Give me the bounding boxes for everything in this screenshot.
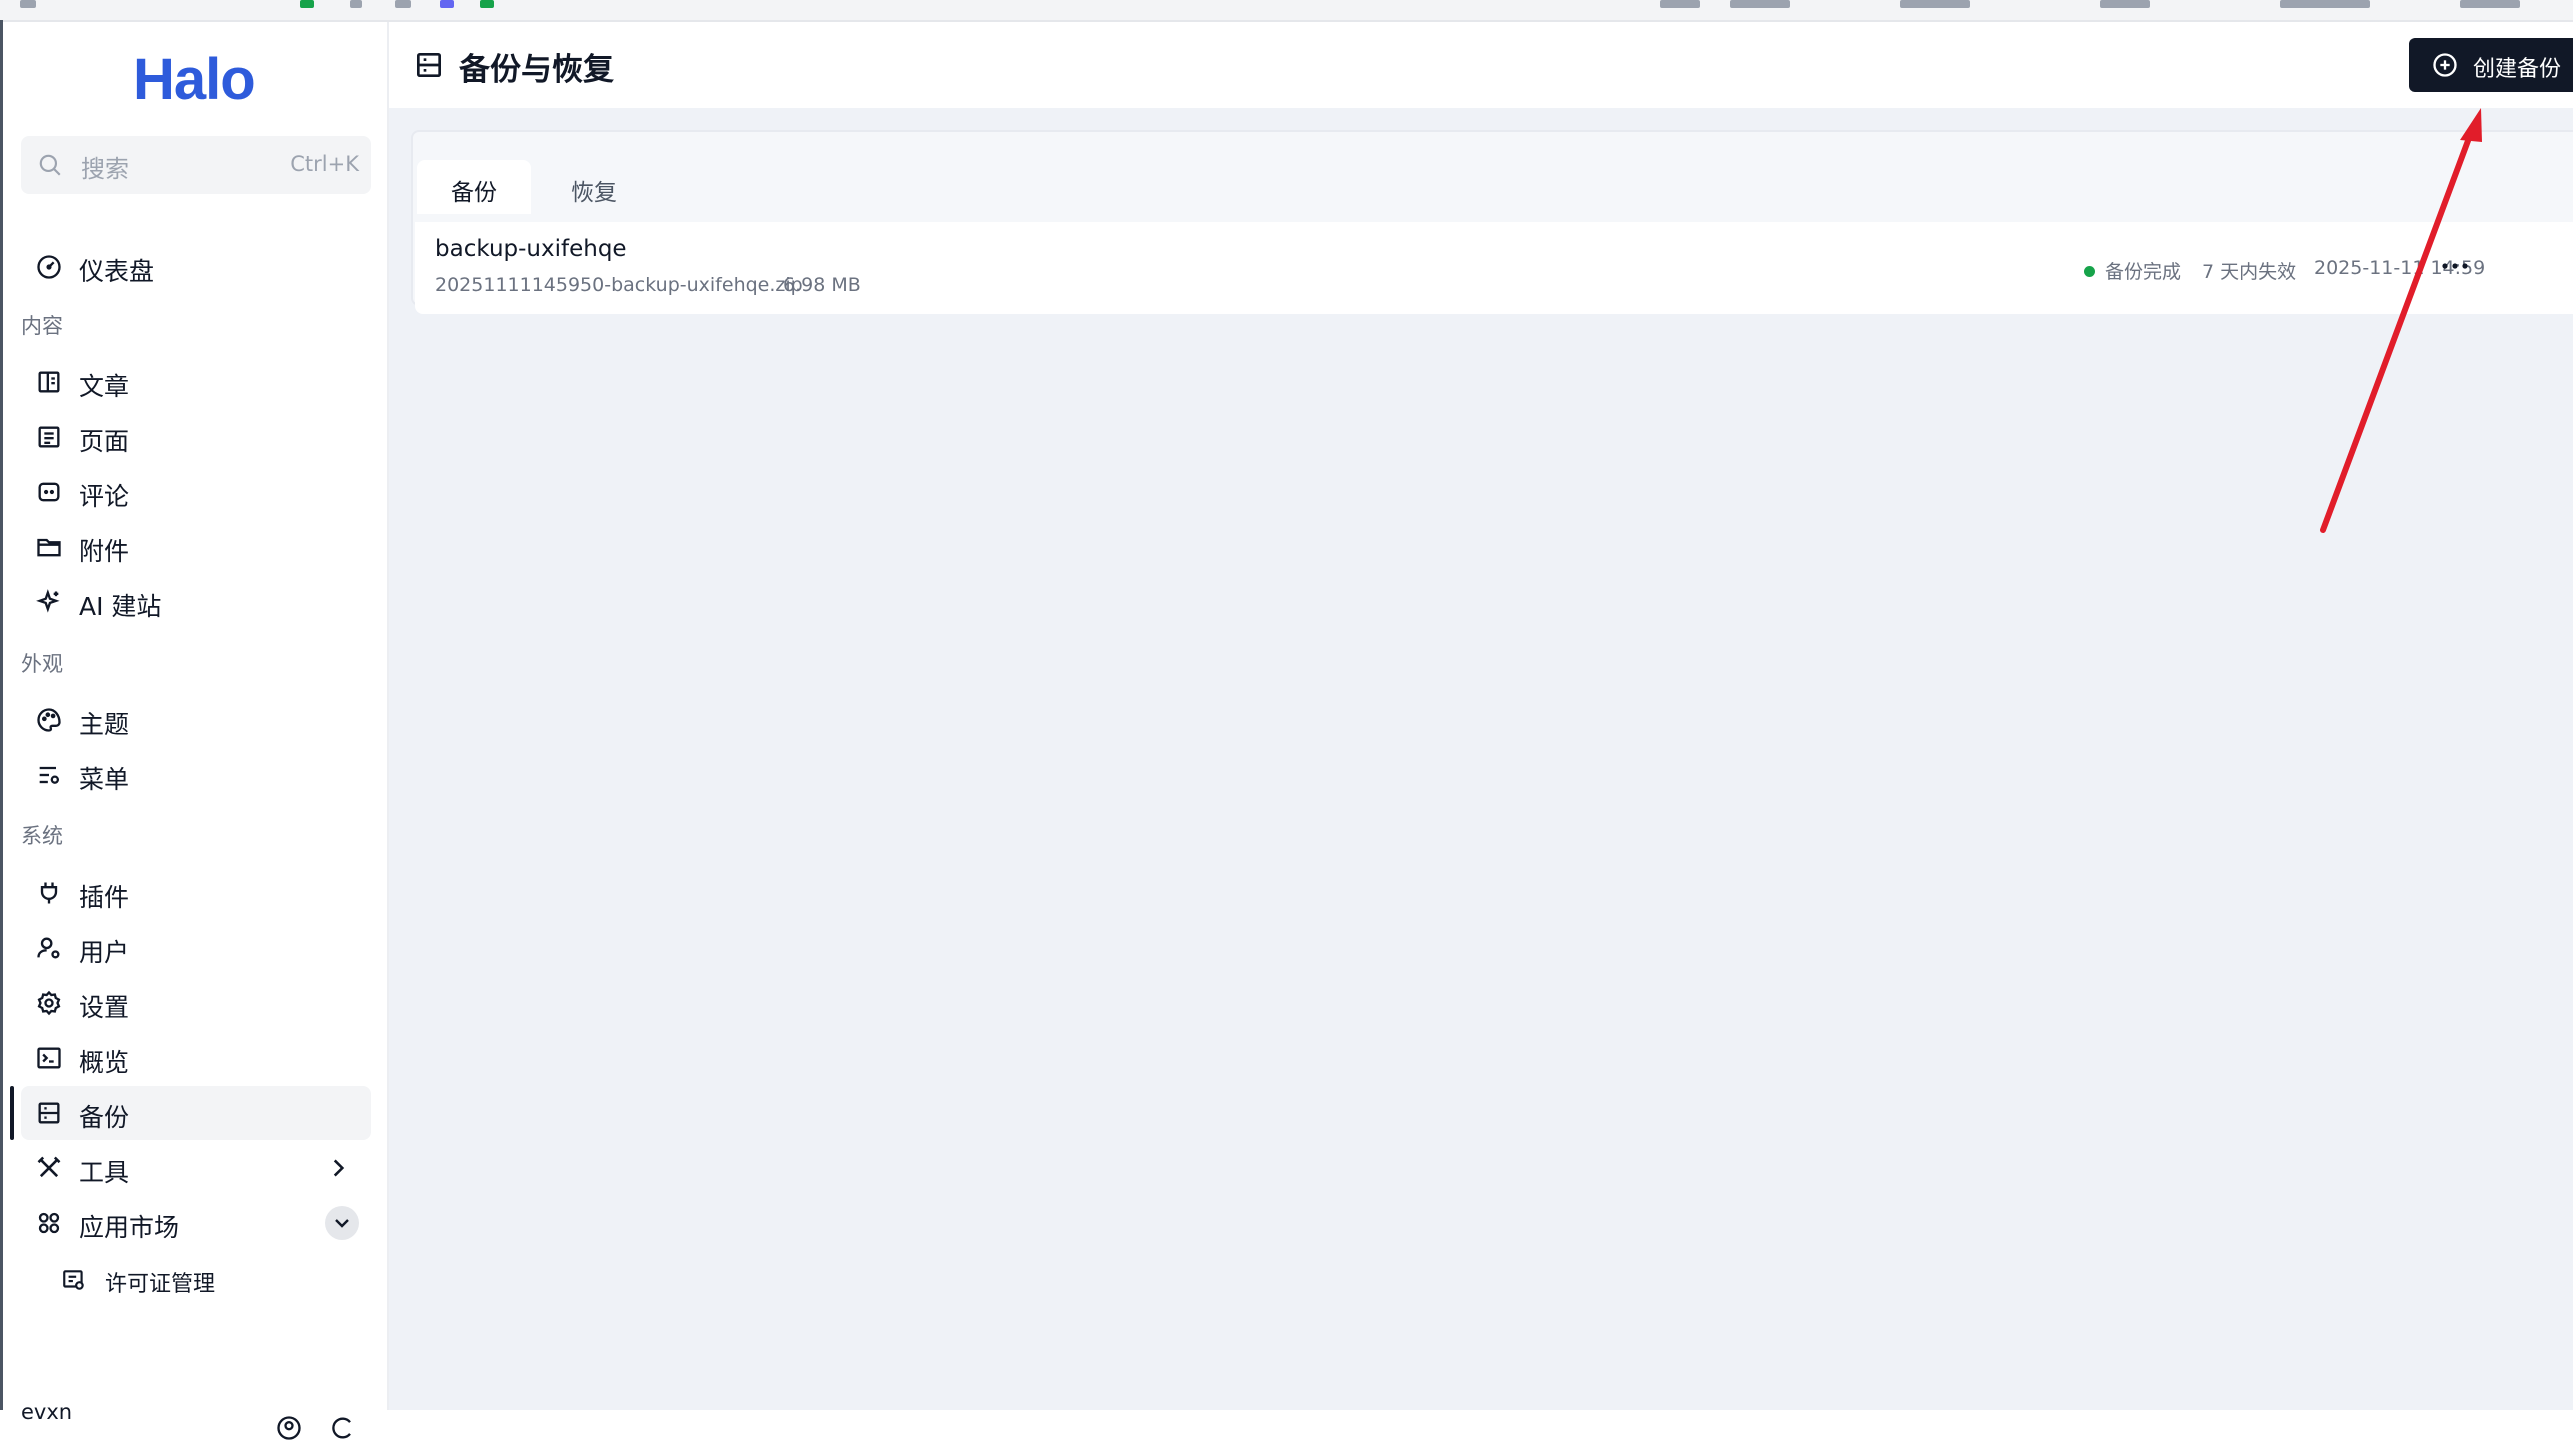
sidebar-item-settings[interactable]: 设置: [21, 976, 371, 1030]
sidebar-item-users[interactable]: 用户: [21, 921, 371, 975]
menu-settings-icon: [39, 766, 60, 784]
more-options-icon[interactable]: [2437, 252, 2473, 280]
sidebar-item-posts[interactable]: 文章: [21, 355, 371, 409]
sidebar-item-app-market[interactable]: 应用市场: [21, 1196, 371, 1250]
backup-icon: [38, 1102, 60, 1124]
sidebar-item-label: 菜单: [79, 765, 130, 794]
expand-toggle[interactable]: [325, 1206, 359, 1240]
sidebar-item-plugins[interactable]: 插件: [21, 866, 371, 920]
create-backup-label: 创建备份: [2473, 57, 2562, 82]
tab-backup[interactable]: 备份: [417, 160, 531, 214]
dashboard-icon: [37, 255, 61, 279]
browser-toolbar-fragment: [300, 0, 314, 8]
search-input[interactable]: 搜索 Ctrl+K: [21, 136, 371, 194]
sidebar-item-label: 概览: [79, 1048, 130, 1077]
sidebar-item-dashboard[interactable]: 仪表盘: [21, 240, 371, 294]
palette-icon: [37, 708, 61, 732]
sidebar-item-themes[interactable]: 主题: [21, 693, 371, 747]
browser-toolbar-fragment: [1900, 0, 1970, 8]
sidebar-item-label: 评论: [79, 482, 130, 511]
comments-icon: [38, 482, 60, 502]
browser-toolbar-fragment: [20, 0, 36, 8]
sidebar-item-label: 备份: [79, 1103, 130, 1132]
logout-icon[interactable]: [329, 1414, 357, 1442]
profile-icon[interactable]: [275, 1414, 303, 1442]
plus-circle-icon: [2433, 53, 2457, 77]
sidebar-item-label: 许可证管理: [105, 1272, 216, 1297]
browser-toolbar-fragment: [395, 0, 411, 8]
sidebar-item-label: 设置: [79, 993, 130, 1022]
browser-toolbar-fragment: [2460, 0, 2520, 8]
sidebar-item-label: 工具: [79, 1158, 130, 1187]
browser-toolbar-fragment: [2280, 0, 2370, 8]
backup-icon: [417, 53, 441, 77]
sparkles-icon: [36, 589, 60, 613]
search-placeholder: 搜索: [81, 155, 129, 183]
sidebar-item-tools[interactable]: 工具: [21, 1141, 371, 1195]
chevron-right-icon[interactable]: [325, 1155, 351, 1181]
search-shortcut: Ctrl+K: [290, 152, 359, 176]
sidebar-item-overview[interactable]: 概览: [21, 1031, 371, 1085]
license-icon: [63, 1270, 84, 1290]
browser-toolbar-fragment: [480, 0, 494, 8]
sidebar-item-backup[interactable]: 备份: [21, 1086, 371, 1140]
sidebar-item-label: AI 建站: [79, 592, 162, 621]
page-title: 备份与恢复: [459, 52, 614, 88]
active-indicator: [10, 1086, 14, 1140]
plug-icon: [40, 882, 58, 904]
search-icon: [39, 154, 61, 176]
browser-toolbar-strip: [0, 0, 2573, 22]
terminal-icon: [37, 1047, 61, 1069]
sidebar-item-label: 仪表盘: [79, 257, 155, 286]
posts-icon: [38, 371, 60, 393]
group-label-appearance: 外观: [21, 652, 63, 676]
user-settings-icon: [37, 937, 60, 959]
sidebar-subitem-license[interactable]: 许可证管理: [43, 1258, 371, 1302]
page-header: 备份与恢复: [389, 22, 2573, 108]
browser-toolbar-fragment: [440, 0, 454, 8]
expire-text: 7 天内失效: [2202, 261, 2297, 283]
sidebar-item-ai-site[interactable]: AI 建站: [21, 575, 371, 629]
sidebar-item-label: 主题: [79, 710, 130, 739]
sidebar-item-label: 用户: [79, 938, 130, 967]
tab-restore[interactable]: 恢复: [537, 160, 651, 214]
halo-logo[interactable]: Halo: [133, 46, 256, 113]
sidebar-item-menus[interactable]: 菜单: [21, 748, 371, 802]
apps-grid-icon: [38, 1212, 60, 1234]
sidebar-item-pages[interactable]: 页面: [21, 410, 371, 464]
sidebar-item-label: 插件: [79, 883, 130, 912]
browser-toolbar-fragment: [350, 0, 362, 8]
group-label-content: 内容: [21, 314, 63, 338]
username: evxn: [21, 1400, 73, 1424]
create-backup-button[interactable]: 创建备份: [2409, 38, 2573, 92]
status-dot: [2084, 266, 2095, 277]
sidebar: Halo 搜索 Ctrl+K 仪表盘 内容 文章 页面 评论 附件 AI 建站 …: [3, 22, 389, 1440]
tab-label: 恢复: [571, 180, 617, 206]
sidebar-item-label: 文章: [79, 372, 130, 401]
status-badge: 备份完成: [2105, 261, 2182, 283]
sidebar-item-label: 附件: [79, 537, 130, 566]
backup-filename: 20251111145950-backup-uxifehqe.zip: [435, 274, 803, 296]
sidebar-item-label: 应用市场: [79, 1213, 180, 1242]
sidebar-item-attachments[interactable]: 附件: [21, 520, 371, 574]
browser-toolbar-fragment: [2100, 0, 2150, 8]
tools-icon: [37, 1156, 61, 1178]
main-content: 备份与恢复 备份 恢复 backup-uxifehqe 202511111459…: [389, 22, 2573, 1410]
pages-icon: [38, 426, 60, 448]
sidebar-item-comments[interactable]: 评论: [21, 465, 371, 519]
backup-name: backup-uxifehqe: [435, 236, 627, 262]
browser-toolbar-fragment: [1660, 0, 1700, 8]
chevron-down-icon: [335, 1219, 349, 1228]
backup-card: 备份 恢复 backup-uxifehqe 20251111145950-bac…: [411, 130, 2573, 314]
browser-toolbar-fragment: [1730, 0, 1790, 8]
gear-icon: [37, 990, 61, 1016]
group-label-system: 系统: [21, 824, 63, 848]
table-row[interactable]: backup-uxifehqe 20251111145950-backup-ux…: [415, 222, 2573, 314]
tab-label: 备份: [451, 180, 497, 206]
sidebar-item-label: 页面: [79, 427, 130, 456]
folder-icon: [37, 538, 61, 557]
backup-size: 6.98 MB: [783, 274, 861, 296]
